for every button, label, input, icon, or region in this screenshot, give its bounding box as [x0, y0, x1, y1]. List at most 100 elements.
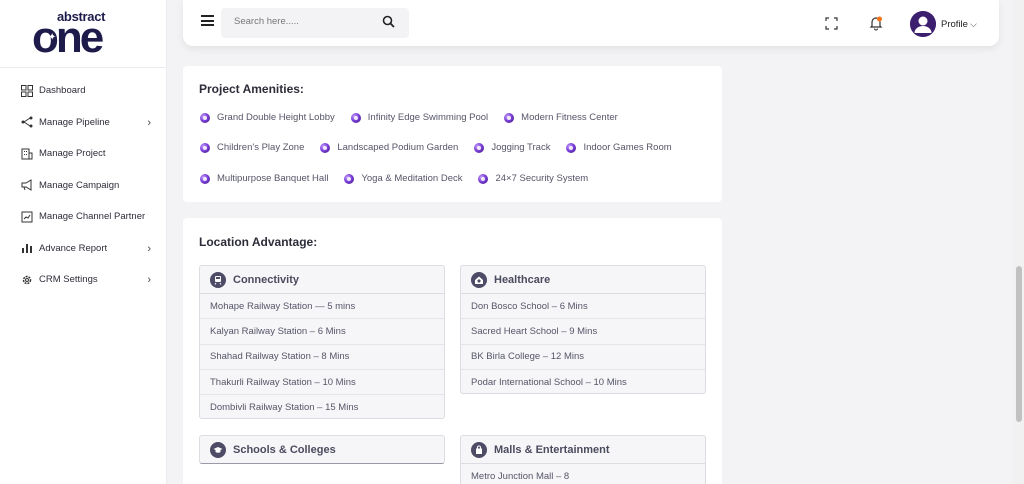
bullet-icon [350, 112, 361, 123]
sidebar-nav: Dashboard Manage Pipeline › Manage Proje… [0, 68, 166, 296]
page-scrollbar[interactable] [1013, 0, 1024, 484]
train-icon [210, 271, 226, 288]
sidebar-item-label: Dashboard [39, 85, 86, 97]
bullet-icon [478, 173, 489, 184]
sidebar-item-label: CRM Settings [39, 274, 98, 286]
sidebar-item-manage-campaign[interactable]: Manage Campaign [0, 170, 166, 202]
amenities-row: Grand Double Height Lobby Infinity Edge … [200, 112, 634, 123]
top-header: Profile ⌵ [183, 0, 999, 46]
amenity-label: Multipurpose Banquet Hall [217, 173, 329, 184]
amenity-item: Multipurpose Banquet Hall [200, 173, 328, 184]
sidebar-item-manage-channel-partner[interactable]: Manage Channel Partner [0, 201, 166, 233]
panel-header: Schools & Colleges [200, 436, 444, 464]
sidebar-item-manage-pipeline[interactable]: Manage Pipeline › [0, 107, 166, 139]
bullet-icon [200, 173, 210, 184]
sidebar: abstract one ✦ Dashboard Manage Pipeline… [0, 0, 167, 484]
fullscreen-icon[interactable] [825, 17, 838, 30]
search-box [221, 8, 409, 38]
list-item: Sacred Heart School – 9 Mins [461, 319, 705, 345]
amenity-label: Yoga & Meditation Deck [361, 173, 463, 184]
location-advantage-card: Location Advantage: Connectivity Mohape … [183, 218, 722, 484]
bullet-icon [344, 173, 355, 184]
profile-menu[interactable]: Profile ⌵ [910, 11, 977, 37]
panel-title: Schools & Colleges [233, 444, 336, 456]
search-icon[interactable] [382, 15, 395, 33]
amenity-label: Infinity Edge Swimming Pool [367, 112, 489, 123]
amenities-row: Multipurpose Banquet Hall Yoga & Meditat… [200, 173, 604, 184]
pipeline-icon [20, 116, 33, 129]
amenity-label: Children's Play Zone [217, 142, 305, 153]
amenity-label: Indoor Games Room [583, 142, 672, 153]
list-item: Metro Junction Mall – 8 [471, 471, 570, 483]
amenity-label: Grand Double Height Lobby [217, 112, 335, 123]
search-input[interactable] [234, 16, 374, 27]
panel-header: Malls & Entertainment [461, 436, 705, 464]
bullet-icon [200, 142, 210, 153]
brand-logo[interactable]: abstract one ✦ [0, 0, 166, 68]
gear-icon [20, 273, 33, 286]
sidebar-item-label: Manage Campaign [39, 179, 120, 191]
chevron-down-icon: ⌵ [969, 18, 977, 29]
bullet-icon [200, 112, 210, 123]
schools-panel: Schools & Colleges [199, 435, 445, 464]
panel-title: Malls & Entertainment [494, 443, 610, 456]
dashboard-icon [20, 84, 33, 97]
amenity-item: Children's Play Zone [200, 142, 304, 153]
chevron-right-icon: › [147, 242, 151, 255]
amenity-label: Jogging Track [491, 142, 551, 153]
shopping-bag-icon [471, 441, 487, 458]
sidebar-item-label: Manage Channel Partner [39, 211, 146, 223]
menu-toggle-button[interactable] [201, 15, 214, 26]
brand-logo-main: one [32, 13, 104, 62]
sidebar-item-label: Advance Report [39, 242, 108, 254]
amenity-label: 24×7 Security System [495, 173, 589, 184]
hamburger-line [201, 24, 214, 26]
sidebar-item-label: Manage Pipeline [39, 116, 110, 128]
hamburger-line [201, 15, 214, 17]
list-item: BK Birla College – 12 Mins [461, 345, 705, 370]
panel-header: Healthcare [461, 266, 705, 294]
amenity-item: Infinity Edge Swimming Pool [350, 112, 489, 123]
handshake-icon [20, 210, 33, 223]
scrollbar-thumb[interactable] [1016, 266, 1022, 422]
amenity-item: 24×7 Security System [478, 173, 588, 184]
graduation-cap-icon [210, 442, 226, 458]
list-item: Kalyan Railway Station – 6 Mins [200, 319, 444, 345]
amenities-row: Children's Play Zone Landscaped Podium G… [200, 142, 688, 153]
sparkle-icon: ✦ [48, 32, 57, 43]
profile-label: Profile [941, 18, 968, 30]
bullet-icon [320, 142, 331, 153]
hamburger-line [201, 19, 214, 22]
sidebar-item-dashboard[interactable]: Dashboard [0, 75, 166, 107]
list-item: Mohape Railway Station — 5 mins [200, 294, 444, 320]
hospital-icon [471, 271, 487, 288]
amenity-item: Grand Double Height Lobby [200, 112, 335, 123]
amenity-item: Indoor Games Room [566, 142, 672, 153]
sidebar-item-label: Manage Project [39, 148, 106, 160]
malls-panel: Malls & Entertainment Metro Junction Mal… [460, 435, 706, 484]
list-item: Dombivli Railway Station – 15 Mins [210, 402, 359, 414]
panel-header: Connectivity [200, 266, 444, 294]
bullet-icon [474, 142, 485, 153]
sidebar-item-crm-settings[interactable]: CRM Settings › [0, 264, 166, 296]
project-amenities-card: Project Amenities: Grand Double Height L… [183, 66, 722, 202]
panel-title: Connectivity [233, 273, 300, 286]
megaphone-icon [20, 179, 33, 192]
location-title: Location Advantage: [199, 235, 318, 249]
bullet-icon [504, 112, 515, 123]
sidebar-item-manage-project[interactable]: Manage Project [0, 138, 166, 170]
notification-bell-icon[interactable] [869, 16, 883, 36]
list-item: Thakurli Railway Station – 10 Mins [200, 370, 444, 396]
chevron-right-icon: › [147, 274, 151, 286]
amenity-item: Landscaped Podium Garden [320, 142, 458, 153]
sidebar-item-advance-report[interactable]: Advance Report › [0, 233, 166, 265]
amenity-item: Modern Fitness Center [504, 112, 618, 123]
connectivity-panel: Connectivity Mohape Railway Station — 5 … [199, 265, 445, 419]
amenity-item: Jogging Track [474, 142, 550, 153]
amenity-label: Landscaped Podium Garden [337, 142, 459, 153]
amenity-item: Yoga & Meditation Deck [344, 173, 462, 184]
avatar [910, 11, 936, 37]
amenity-label: Modern Fitness Center [521, 112, 618, 123]
panel-title: Healthcare [494, 273, 551, 286]
chevron-right-icon: › [147, 116, 151, 129]
